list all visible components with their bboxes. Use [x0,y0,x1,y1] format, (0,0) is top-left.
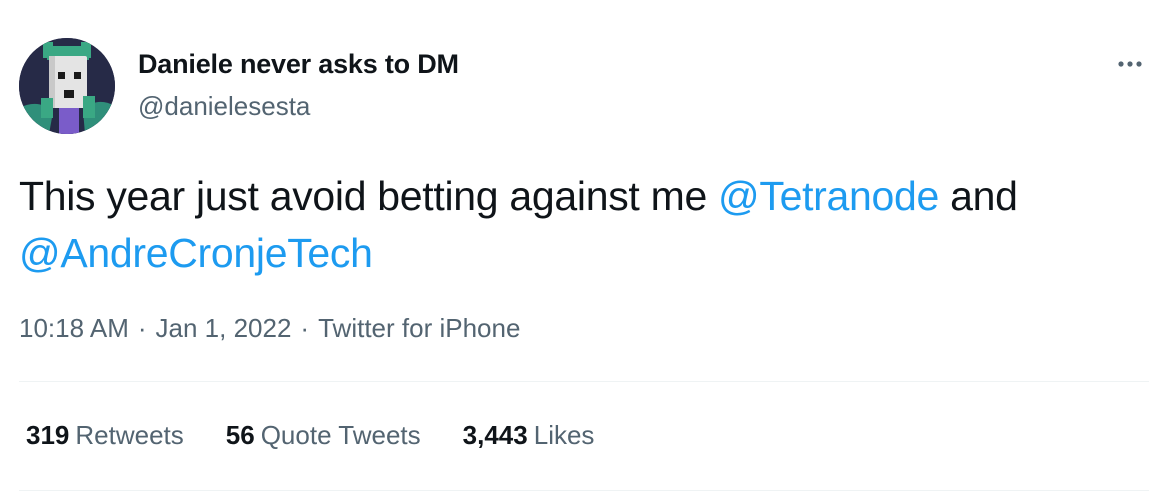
tweet-time[interactable]: 10:18 AM [19,313,129,343]
mention-link-andrecronjetech[interactable]: @AndreCronjeTech [19,230,373,276]
tweet-text: This year just avoid betting against me … [19,168,1159,282]
quote-tweets-stat[interactable]: 56 Quote Tweets [226,420,421,451]
tweet-text-part: This year just avoid betting against me [19,173,719,219]
likes-label: Likes [533,420,595,450]
author-handle[interactable]: @danielesesta [138,91,310,122]
robot-avatar-icon[interactable] [19,38,115,134]
retweets-stat[interactable]: 319 Retweets [26,420,184,451]
tweet-text-part: and [939,173,1018,219]
meta-separator: · [137,313,147,343]
quote-tweets-label: Quote Tweets [260,420,421,450]
retweets-label: Retweets [75,420,184,450]
divider [19,381,1149,382]
tweet-date[interactable]: Jan 1, 2022 [156,313,292,343]
likes-count: 3,443 [462,420,528,450]
meta-separator: · [300,313,310,343]
tweet-meta: 10:18 AM · Jan 1, 2022 · Twitter for iPhone [19,313,520,344]
more-horizontal-icon[interactable] [1110,44,1150,84]
mention-link-tetranode[interactable]: @Tetranode [718,173,939,219]
quote-tweets-count: 56 [225,420,255,450]
author-display-name[interactable]: Daniele never asks to DM [138,49,459,80]
divider [19,490,1149,491]
tweet-source[interactable]: Twitter for iPhone [318,313,520,343]
tweet-card: Daniele never asks to DM @danielesesta T… [0,0,1168,496]
retweets-count: 319 [26,420,70,450]
engagement-stats: 319 Retweets 56 Quote Tweets 3,443 Likes [26,420,594,451]
likes-stat[interactable]: 3,443 Likes [463,420,595,451]
